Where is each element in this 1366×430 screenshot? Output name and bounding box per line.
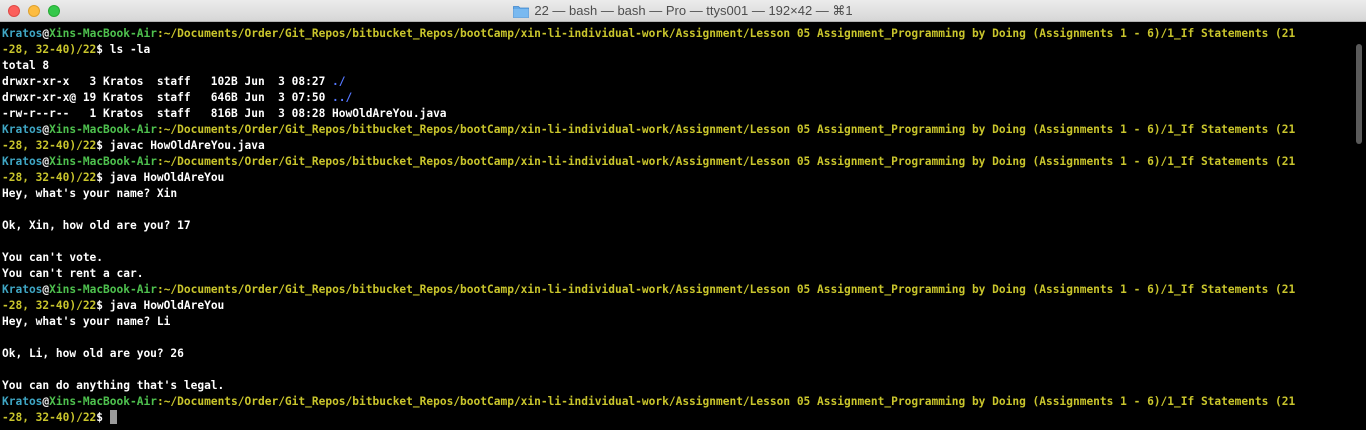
prompt-path: -28, 32-40)/22 <box>2 299 97 312</box>
scroll-thumb[interactable] <box>1356 44 1362 144</box>
output-line: Ok, Li, how old are you? 26 <box>2 347 184 360</box>
prompt-path: :~/Documents/Order/Git_Repos/bitbucket_R… <box>156 395 1296 408</box>
prompt-line: Kratos@Xins-MacBook-Air:~/Documents/Orde… <box>2 282 1346 298</box>
scrollbar[interactable] <box>1352 22 1366 430</box>
ls-row: -rw-r--r-- 1 Kratos staff 816B Jun 3 08:… <box>2 107 447 120</box>
output-line: You can't rent a car. <box>2 267 144 280</box>
prompt-line: Kratos@Xins-MacBook-Air:~/Documents/Orde… <box>2 122 1346 138</box>
ls-row-meta: drwxr-xr-x@ 19 Kratos staff 646B Jun 3 0… <box>2 91 333 104</box>
prompt-line-cont: -28, 32-40)/22$ java HowOldAreYou <box>2 298 1346 314</box>
prompt-host: Xins-MacBook-Air <box>49 395 157 408</box>
prompt-user: Kratos <box>2 155 43 168</box>
prompt-path: :~/Documents/Order/Git_Repos/bitbucket_R… <box>156 123 1296 136</box>
prompt-line-cont: -28, 32-40)/22$ ls -la <box>2 42 1346 58</box>
prompt-line-cont: -28, 32-40)/22$ java HowOldAreYou <box>2 170 1346 186</box>
title-area: 22 — bash — bash — Pro — ttys001 — 192×4… <box>0 0 1366 22</box>
prompt-path: -28, 32-40)/22 <box>2 43 97 56</box>
prompt-path: -28, 32-40)/22 <box>2 171 97 184</box>
folder-icon <box>513 5 530 18</box>
prompt-line: Kratos@Xins-MacBook-Air:~/Documents/Orde… <box>2 26 1346 42</box>
prompt-host: Xins-MacBook-Air <box>49 283 157 296</box>
prompt-line: Kratos@Xins-MacBook-Air:~/Documents/Orde… <box>2 394 1346 410</box>
prompt-user: Kratos <box>2 395 43 408</box>
ls-dir-name: ./ <box>332 75 346 88</box>
ls-row: drwxr-xr-x@ 19 Kratos staff 646B Jun 3 0… <box>2 90 1346 106</box>
ls-dir-name: ../ <box>332 91 353 104</box>
prompt-user: Kratos <box>2 27 43 40</box>
prompt-line-cont[interactable]: -28, 32-40)/22$ <box>2 410 1346 426</box>
command-text: javac HowOldAreYou.java <box>103 139 265 152</box>
terminal-window: 22 — bash — bash — Pro — ttys001 — 192×4… <box>0 0 1366 430</box>
command-text: java HowOldAreYou <box>103 171 225 184</box>
terminal-output[interactable]: Kratos@Xins-MacBook-Air:~/Documents/Orde… <box>2 26 1346 426</box>
output-line: Hey, what's your name? Xin <box>2 187 178 200</box>
command-text: java HowOldAreYou <box>103 299 225 312</box>
prompt-user: Kratos <box>2 283 43 296</box>
prompt-path: :~/Documents/Order/Git_Repos/bitbucket_R… <box>156 283 1296 296</box>
ls-row: drwxr-xr-x 3 Kratos staff 102B Jun 3 08:… <box>2 74 1346 90</box>
window-title: 22 — bash — bash — Pro — ttys001 — 192×4… <box>534 3 853 18</box>
prompt-line-cont: -28, 32-40)/22$ javac HowOldAreYou.java <box>2 138 1346 154</box>
ls-row-meta: drwxr-xr-x 3 Kratos staff 102B Jun 3 08:… <box>2 75 333 88</box>
output-line: Hey, what's your name? Li <box>2 315 171 328</box>
output-line: Ok, Xin, how old are you? 17 <box>2 219 191 232</box>
text-cursor <box>109 410 117 424</box>
prompt-path: :~/Documents/Order/Git_Repos/bitbucket_R… <box>156 27 1296 40</box>
prompt-path: -28, 32-40)/22 <box>2 411 97 424</box>
output-line: total 8 <box>2 59 50 72</box>
prompt-line: Kratos@Xins-MacBook-Air:~/Documents/Orde… <box>2 154 1346 170</box>
title-bar[interactable]: 22 — bash — bash — Pro — ttys001 — 192×4… <box>0 0 1366 22</box>
prompt-dollar: $ <box>96 411 104 424</box>
prompt-path: :~/Documents/Order/Git_Repos/bitbucket_R… <box>156 155 1296 168</box>
prompt-path: -28, 32-40)/22 <box>2 139 97 152</box>
command-text: ls -la <box>103 43 151 56</box>
output-line: You can do anything that's legal. <box>2 379 225 392</box>
output-line: You can't vote. <box>2 251 104 264</box>
prompt-user: Kratos <box>2 123 43 136</box>
prompt-host: Xins-MacBook-Air <box>49 27 157 40</box>
prompt-host: Xins-MacBook-Air <box>49 123 157 136</box>
prompt-host: Xins-MacBook-Air <box>49 155 157 168</box>
